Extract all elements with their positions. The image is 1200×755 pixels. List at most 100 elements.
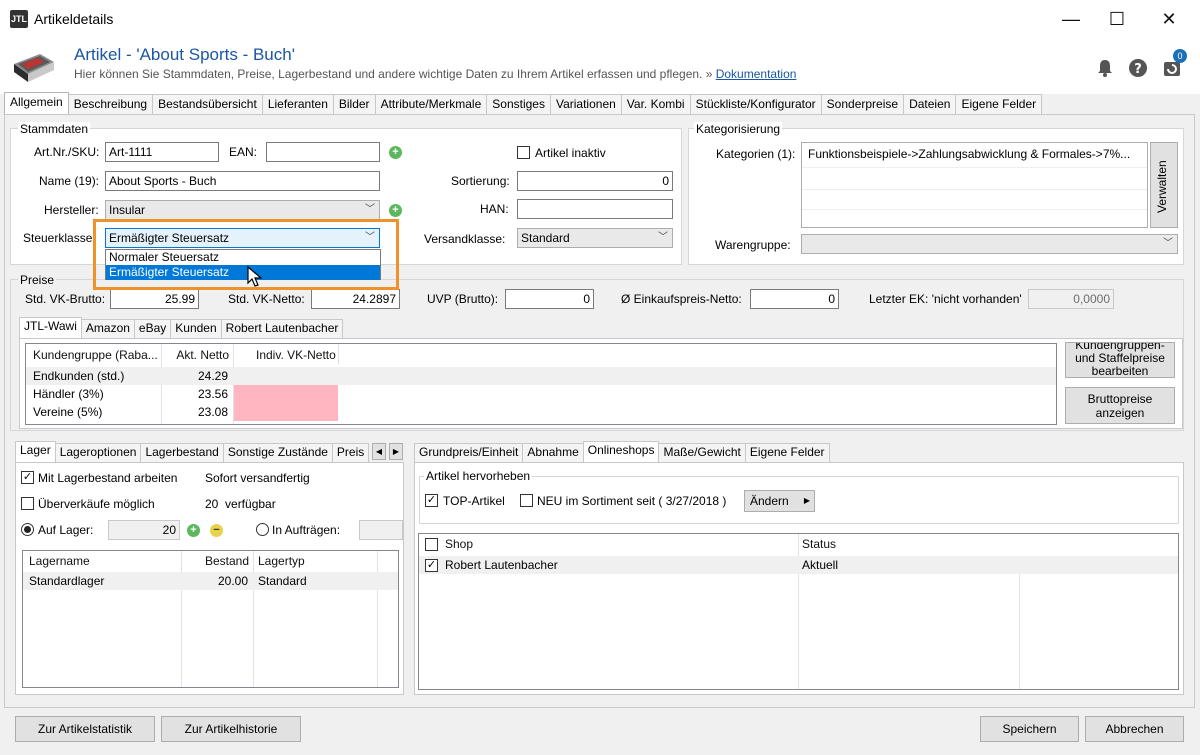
table-row[interactable]: Standardlager 20.00 Standard xyxy=(23,572,398,590)
lager-tab-2[interactable]: Lagerbestand xyxy=(140,443,224,462)
han-label: HAN: xyxy=(480,202,509,216)
add-lager-icon[interactable]: + xyxy=(187,524,200,537)
vk-brutto-input[interactable]: 25.99 xyxy=(110,289,199,309)
ean-label: EAN: xyxy=(229,145,258,159)
tab-9[interactable]: Stückliste/Konfigurator xyxy=(689,94,822,114)
stammdaten-title: Stammdaten xyxy=(18,122,91,136)
in-auftraegen-radio[interactable] xyxy=(256,523,269,536)
artikelhistorie-button[interactable]: Zur Artikelhistorie xyxy=(161,716,301,742)
tab-11[interactable]: Dateien xyxy=(903,94,957,114)
artikel-inaktiv-checkbox[interactable] xyxy=(517,146,530,159)
tab-8[interactable]: Var. Kombi xyxy=(620,94,691,114)
artikelstatistik-button[interactable]: Zur Artikelstatistik xyxy=(15,716,155,742)
preise-tab-4[interactable]: Robert Lautenbacher xyxy=(220,319,344,338)
main-tabs: Allgemein Beschreibung Bestandsübersicht Li… xyxy=(4,92,1043,114)
bell-icon[interactable] xyxy=(1095,58,1115,78)
in-auftraegen-label: In Aufträgen: xyxy=(272,523,341,537)
preise-tab-2[interactable]: eBay xyxy=(133,319,172,338)
top-artikel-checkbox[interactable]: ✓ xyxy=(425,494,438,507)
han-input[interactable] xyxy=(517,199,673,219)
top-artikel-label: TOP-Artikel xyxy=(443,494,505,508)
online-tab-4[interactable]: Eigene Felder xyxy=(744,443,830,462)
sortierung-input[interactable]: 0 xyxy=(517,171,673,191)
vk-netto-input[interactable]: 24.2897 xyxy=(311,289,400,309)
svg-text:?: ? xyxy=(1134,62,1142,77)
select-all-checkbox[interactable] xyxy=(425,538,438,551)
mit-lagerbestand-label: Mit Lagerbestand arbeiten xyxy=(38,471,178,485)
lager-grid[interactable]: Lagername Bestand Lagertyp Standardlager… xyxy=(22,550,399,688)
tab-6[interactable]: Sonstiges xyxy=(486,94,551,114)
tab-2[interactable]: Bestandsübersicht xyxy=(152,94,263,114)
tab-scroll-left-button[interactable]: ◀ xyxy=(372,443,386,460)
online-tab-2[interactable]: Onlineshops xyxy=(582,441,660,462)
tab-1[interactable]: Beschreibung xyxy=(67,94,154,114)
tab-scroll-right-button[interactable]: ▶ xyxy=(389,443,403,460)
warengruppe-label: Warengruppe: xyxy=(715,238,791,252)
artnr-input[interactable]: Art-1111 xyxy=(105,142,219,162)
maximize-button[interactable]: ☐ xyxy=(1094,0,1140,38)
online-tab-0[interactable]: Grundpreis/Einheit xyxy=(414,443,524,462)
aendern-button[interactable]: Ändern ▶ xyxy=(744,490,815,512)
hersteller-select[interactable]: Insular ﹀ xyxy=(105,200,380,220)
speichern-button[interactable]: Speichern xyxy=(980,716,1079,742)
tab-3[interactable]: Lieferanten xyxy=(261,94,334,114)
abbrechen-button[interactable]: Abbrechen xyxy=(1085,716,1184,742)
auf-lager-radio[interactable] xyxy=(21,523,34,536)
warengruppe-select[interactable]: ﹀ xyxy=(801,234,1178,254)
tab-5[interactable]: Attribute/Merkmale xyxy=(374,94,488,114)
kategorien-list[interactable]: Funktionsbeispiele->Zahlungsabwicklung &… xyxy=(801,142,1148,228)
tab-12[interactable]: Eigene Felder xyxy=(955,94,1043,114)
table-row[interactable]: ✓ Robert Lautenbacher Aktuell xyxy=(419,556,1178,574)
list-item[interactable]: Funktionsbeispiele->Zahlungsabwicklung &… xyxy=(802,145,1147,163)
neu-sortiment-checkbox[interactable] xyxy=(520,494,533,507)
auf-lager-label: Auf Lager: xyxy=(38,523,94,537)
tab-0[interactable]: Allgemein xyxy=(4,92,69,114)
preise-title: Preise xyxy=(18,273,57,287)
einkaufspreis-input[interactable]: 0 xyxy=(750,289,839,309)
bruttopreise-button[interactable]: Bruttopreise anzeigen xyxy=(1065,387,1175,424)
documentation-link[interactable]: Dokumentation xyxy=(716,67,797,81)
minimize-button[interactable]: — xyxy=(1048,0,1094,38)
lager-tab-0[interactable]: Lager xyxy=(15,441,56,462)
name-input[interactable]: About Sports - Buch xyxy=(105,171,380,191)
uvp-input[interactable]: 0 xyxy=(505,289,594,309)
chevron-down-icon: ﹀ xyxy=(365,232,375,243)
lager-tab-4[interactable]: Preis xyxy=(331,443,370,462)
uvp-label: UVP (Brutto): xyxy=(427,292,499,306)
add-hersteller-icon[interactable]: + xyxy=(389,204,402,217)
ean-input[interactable] xyxy=(266,142,380,162)
preise-tab-0[interactable]: JTL-Wawi xyxy=(19,317,82,338)
ueberverkaeufe-checkbox[interactable] xyxy=(21,497,34,510)
online-tab-1[interactable]: Abnahme xyxy=(522,443,584,462)
grid-header: Kundengruppe (Raba... Akt. Netto Indiv. … xyxy=(33,348,336,362)
versandklasse-select[interactable]: Standard ﹀ xyxy=(517,228,673,248)
notification-badge: 0 xyxy=(1173,49,1187,63)
dropdown-option-ermaessigt[interactable]: Ermäßigter Steuersatz xyxy=(106,265,380,280)
add-ean-icon[interactable]: + xyxy=(389,146,402,159)
minus-lager-icon[interactable]: − xyxy=(210,524,223,537)
lager-tab-3[interactable]: Sonstige Zustände xyxy=(222,443,333,462)
verwalten-button[interactable]: Verwalten xyxy=(1150,142,1178,228)
close-button[interactable]: ✕ xyxy=(1146,0,1192,38)
table-row[interactable]: Vereine (5%) 23.08 xyxy=(26,403,1056,421)
preise-tab-3[interactable]: Kunden xyxy=(170,319,222,338)
kundengruppen-staffelpreise-button[interactable]: Kundengruppen- und Staffelpreise bearbei… xyxy=(1065,342,1175,378)
tab-4[interactable]: Bilder xyxy=(332,94,376,114)
page-subtitle: Hier können Sie Stammdaten, Preise, Lage… xyxy=(74,67,797,81)
shop-checkbox[interactable]: ✓ xyxy=(425,559,438,572)
tab-7[interactable]: Variationen xyxy=(549,94,622,114)
table-row[interactable]: Endkunden (std.) 24.29 xyxy=(26,367,1056,385)
help-icon[interactable]: ? xyxy=(1128,58,1148,78)
kategorisierung-title: Kategorisierung xyxy=(694,122,783,136)
mit-lagerbestand-checkbox[interactable]: ✓ xyxy=(21,471,34,484)
online-tab-3[interactable]: Maße/Gewicht xyxy=(658,443,746,462)
shops-grid[interactable]: Shop Status ✓ Robert Lautenbacher Aktuel… xyxy=(418,533,1179,690)
preise-tab-1[interactable]: Amazon xyxy=(80,319,135,338)
lager-tab-1[interactable]: Lageroptionen xyxy=(54,443,142,462)
steuerklasse-select[interactable]: Ermäßigter Steuersatz ﹀ xyxy=(105,228,380,248)
tab-10[interactable]: Sonderpreise xyxy=(820,94,905,114)
kundengruppen-grid[interactable]: Kundengruppe (Raba... Akt. Netto Indiv. … xyxy=(25,343,1057,425)
dropdown-option-normal[interactable]: Normaler Steuersatz xyxy=(106,250,380,265)
table-row[interactable]: Händler (3%) 23.56 xyxy=(26,385,1056,403)
lager-tabs: Lager Lageroptionen Lagerbestand Sonstige Z… xyxy=(15,441,370,462)
